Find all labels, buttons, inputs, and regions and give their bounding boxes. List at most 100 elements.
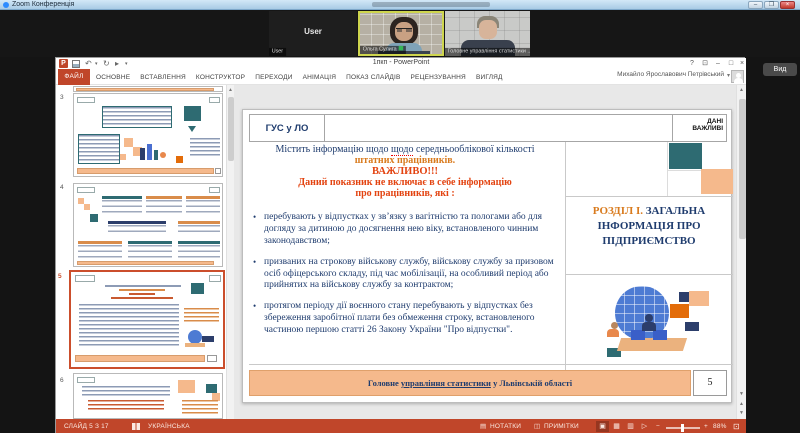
zoom-out-button[interactable]: − — [656, 423, 660, 431]
zoom-window-titlebar[interactable]: Zoom Конференція – ❐ × — [0, 0, 800, 10]
thumbnail-slide-6-partial[interactable] — [73, 373, 223, 419]
tab-design[interactable]: КОНСТРУКТОР — [196, 74, 245, 81]
tab-insert[interactable]: ВСТАВЛЕННЯ — [140, 74, 186, 81]
tab-view[interactable]: ВИГЛЯД — [476, 74, 503, 81]
zoom-close-button[interactable]: × — [780, 1, 795, 9]
person-figure — [611, 322, 618, 329]
thumb-chart-bar — [147, 144, 152, 160]
section-accent-text: РОЗДІЛ І. — [592, 205, 643, 217]
slide-grid-line — [249, 364, 733, 365]
bullet-item: • призваних на строкову військову службу… — [253, 257, 559, 293]
person-glasses — [396, 28, 412, 32]
help-button[interactable]: ? — [686, 59, 698, 69]
participant-name-text: Ольга Сулига — [362, 46, 397, 53]
previous-slide-icon[interactable]: ▲ — [737, 401, 746, 407]
zoom-slider-thumb[interactable] — [681, 424, 684, 432]
thumb-teal-square — [206, 384, 217, 393]
thumb-page-box — [207, 355, 217, 362]
thumb-teal-square — [90, 214, 98, 222]
account-avatar[interactable] — [731, 70, 744, 83]
thumb-footer-bar — [76, 88, 214, 91]
mic-active-icon — [398, 45, 403, 51]
view-normal-button[interactable]: ▣ — [596, 421, 609, 432]
teal-accent-square — [669, 143, 702, 169]
thumbnail-slide-3[interactable] — [73, 93, 223, 177]
footer-text: у Львівській області — [490, 378, 573, 388]
fit-to-window-icon[interactable]: ⊡ — [733, 422, 740, 431]
zoom-view-button[interactable]: Вид — [763, 63, 797, 76]
thumb-text-block — [108, 221, 166, 236]
thumb-text-block — [146, 196, 182, 216]
view-slide-sorter-button[interactable]: ▦ — [610, 421, 623, 432]
spellcheck-icon[interactable] — [132, 423, 140, 430]
thumbnails-scrollbar[interactable]: ▲ — [226, 85, 234, 419]
thumb-illustration-shape — [185, 343, 205, 347]
participant-name-center: User — [304, 27, 322, 36]
thumb-logo-box — [77, 97, 95, 103]
tab-animations[interactable]: АНІМАЦІЯ — [303, 74, 337, 81]
tab-slideshow[interactable]: ПОКАЗ СЛАЙДІВ — [346, 74, 400, 81]
thumb-text-block — [102, 196, 142, 216]
bullet-dot-icon: • — [253, 256, 257, 267]
view-reading-button[interactable]: ▥ — [624, 421, 637, 432]
language-indicator[interactable]: УКРАЇНСЬКА — [148, 423, 190, 431]
slide-header-spacer — [325, 115, 672, 141]
view-slideshow-button[interactable]: ▷ — [638, 421, 651, 432]
avatar-body-shape — [733, 78, 743, 83]
slide-canvas[interactable]: ГУС у ЛО ДАНІ ВАЖЛИВІ Містить інформацію… — [242, 109, 733, 403]
tab-transitions[interactable]: ПЕРЕХОДИ — [255, 74, 292, 81]
zoom-restore-button[interactable]: ❐ — [764, 1, 779, 9]
ribbon-options-button[interactable]: ⊡ — [699, 59, 711, 69]
zoom-percent[interactable]: 88% — [713, 423, 727, 431]
thumbnail-slide-5-selected[interactable] — [69, 270, 225, 369]
footer-link-text[interactable]: управління статистики — [401, 378, 491, 388]
thumb-footer-bar — [77, 261, 214, 265]
notes-toggle[interactable]: НОТАТКИ — [490, 423, 521, 431]
thumb-logo-box — [77, 377, 95, 383]
orange-accent-square — [689, 291, 709, 306]
thumb-teal-square — [191, 283, 204, 294]
thumb-text-block — [178, 221, 220, 236]
minimize-button[interactable]: – — [712, 59, 724, 69]
zoom-in-button[interactable]: + — [704, 423, 708, 431]
thumb-text-block — [178, 241, 220, 259]
laptop-icon — [653, 330, 667, 340]
comments-icon[interactable]: ◫ — [534, 423, 540, 431]
section-title: РОЗДІЛ І. ЗАГАЛЬНА ІНФОРМАЦІЯ ПРО ПІДПРИ… — [567, 204, 731, 249]
scrollbar-thumb[interactable] — [738, 99, 746, 239]
notes-icon[interactable]: ▤ — [480, 423, 486, 431]
scroll-up-icon[interactable]: ▲ — [737, 87, 746, 93]
thumb-footer-bar — [75, 355, 205, 362]
close-button[interactable]: × — [736, 59, 748, 69]
tab-home[interactable]: ОСНОВНЕ — [96, 74, 130, 81]
video-tile-user[interactable]: User User — [269, 11, 357, 56]
thumb-badge-box — [209, 187, 220, 193]
footer-text: Головне — [367, 378, 401, 388]
scroll-up-icon[interactable]: ▲ — [227, 87, 234, 93]
video-tile-statistics-office[interactable]: Головне управління статистики ... — [445, 11, 530, 56]
account-caret-icon[interactable]: ▾ — [727, 72, 730, 79]
tab-review[interactable]: РЕЦЕНЗУВАННЯ — [411, 74, 466, 81]
comments-toggle[interactable]: ПРИМІТКИ — [544, 423, 579, 431]
person-figure — [645, 314, 653, 322]
thumbnail-slide-4[interactable] — [73, 183, 223, 267]
status-bar: СЛАЙД 5 З 17 УКРАЇНСЬКА ▤ НОТАТКИ ◫ ПРИМ… — [56, 419, 746, 433]
thumb-orange-square — [124, 138, 133, 147]
zoom-minimize-button[interactable]: – — [748, 1, 763, 9]
next-slide-icon[interactable]: ▼ — [737, 410, 746, 416]
thumb-section-lines — [182, 400, 218, 414]
person-figure — [642, 322, 656, 331]
thumb-link-box — [78, 134, 120, 164]
slide-grid-line — [667, 142, 668, 196]
bullet-text: призваних на строкову військову службу, … — [264, 256, 554, 291]
bullet-item: • перебувають у відпустках у зв’язку з в… — [253, 212, 559, 248]
account-name[interactable]: Михайло Ярославович Петрівський — [617, 71, 724, 78]
thumbnail-number: 4 — [60, 184, 64, 191]
video-tile-olga[interactable]: Ольга Сулига — [358, 11, 444, 56]
heading-important: ВАЖЛИВО!!! — [372, 166, 438, 177]
scroll-down-icon[interactable]: ▼ — [737, 391, 746, 397]
thumbnail-slide-2-partial[interactable] — [73, 86, 223, 92]
tab-file[interactable]: ФАЙЛ — [58, 69, 90, 85]
section-title-line-1: РОЗДІЛ І. ЗАГАЛЬНА — [567, 204, 731, 219]
main-scrollbar[interactable]: ▲ ▼ ▲ ▼ — [736, 85, 746, 419]
